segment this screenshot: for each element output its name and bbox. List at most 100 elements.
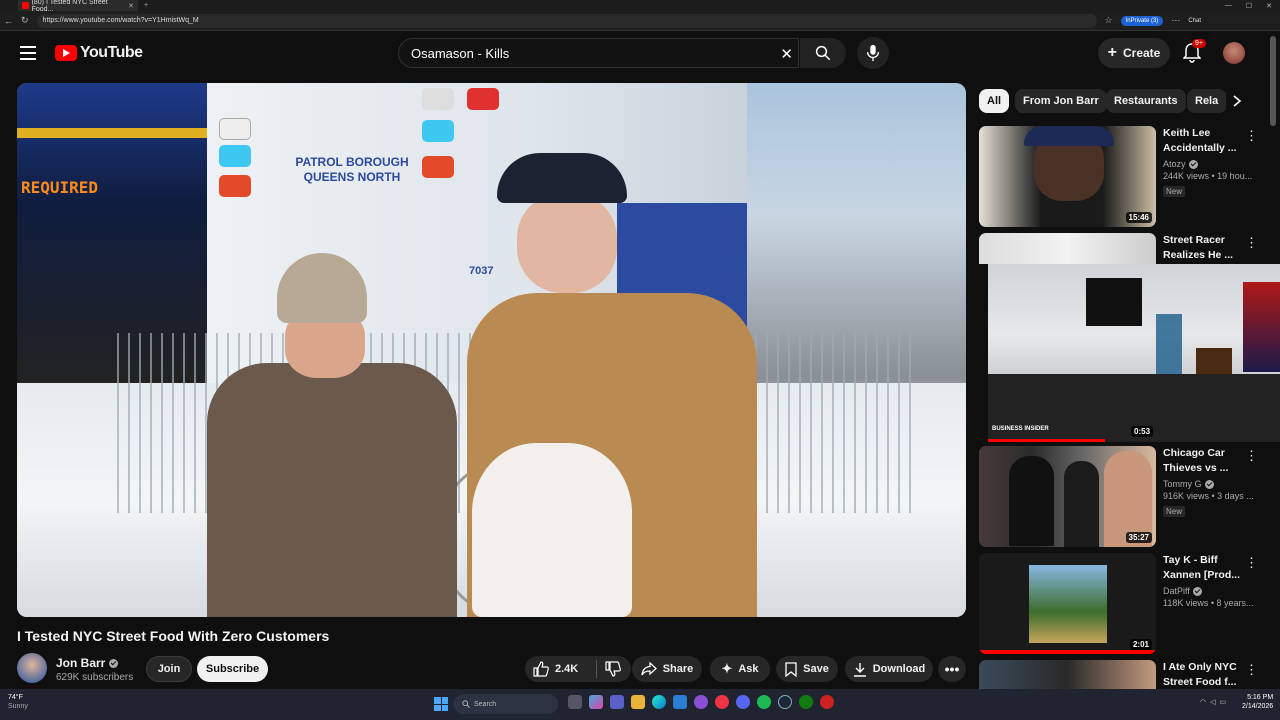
taskbar-apps — [568, 695, 834, 709]
teams-icon[interactable] — [610, 695, 624, 709]
more-vertical-icon[interactable]: ⋮ — [1245, 235, 1258, 251]
window-close-icon[interactable]: ✕ — [1266, 2, 1272, 10]
video-thumbnail[interactable]: 35:27 — [979, 446, 1156, 547]
search-input[interactable]: Osamason - Kills ✕ — [398, 38, 799, 68]
refresh-icon[interactable]: ↻ — [21, 15, 29, 26]
video-title: I Ate Only NYC Street Food f... — [1163, 661, 1237, 688]
video-meta: Tay K - Biff Xannen [Prod... DatPiff 118… — [1163, 553, 1254, 608]
recommended-video[interactable]: I Ate Only NYC Street Food f... ⋮ — [979, 660, 1269, 689]
back-icon[interactable]: ← — [4, 16, 13, 26]
video-meta: Keith Lee Accidentally ... Atozy 244K vi… — [1163, 126, 1252, 199]
video-thumbnail[interactable] — [979, 660, 1156, 689]
browser-tab[interactable]: (80) I Tested NYC Street Food... ✕ — [18, 0, 138, 13]
battery-icon: ▭ — [1219, 699, 1227, 706]
dislike-button[interactable] — [594, 656, 631, 682]
recommended-video[interactable]: 15:46 Keith Lee Accidentally ... Atozy 2… — [979, 126, 1269, 230]
app-icon[interactable] — [694, 695, 708, 709]
more-vertical-icon[interactable]: ⋮ — [1245, 662, 1258, 678]
weather-widget[interactable]: 74°F Sunny — [8, 693, 28, 711]
maximize-icon[interactable]: ☐ — [1246, 2, 1252, 10]
youtube-header: YouTube Osamason - Kills ✕ + Create 9+ — [0, 31, 1280, 75]
copilot-chat-button[interactable]: Chat — [1188, 18, 1201, 24]
download-button[interactable]: Download — [845, 656, 933, 682]
chip-related[interactable]: Rela — [1187, 89, 1227, 113]
windows-start-icon[interactable] — [434, 697, 448, 711]
create-button[interactable]: + Create — [1098, 38, 1170, 68]
inprivate-badge[interactable]: InPrivate (3) — [1120, 15, 1164, 26]
account-avatar[interactable] — [1223, 42, 1245, 64]
chip-all[interactable]: All — [979, 89, 1010, 113]
verified-icon — [109, 658, 119, 668]
recommended-video[interactable]: Street Racer Realizes He ... ⋮ — [979, 233, 1269, 265]
save-button[interactable]: Save — [776, 656, 838, 682]
store-icon[interactable] — [673, 695, 687, 709]
recommended-video[interactable]: 2:01 Tay K - Biff Xannen [Prod... DatPif… — [979, 553, 1269, 657]
chevron-right-icon[interactable] — [1226, 89, 1248, 113]
video-duration: 15:46 — [1125, 212, 1152, 223]
channel-avatar[interactable] — [17, 653, 47, 683]
chip-restaurants[interactable]: Restaurants — [1106, 89, 1186, 113]
video-player[interactable]: REQUIRED PATROL BOROUGH QUEENS NORTH 703… — [17, 83, 966, 617]
ask-button[interactable]: ✦ Ask — [710, 656, 770, 682]
more-vertical-icon[interactable]: ⋮ — [1245, 555, 1258, 571]
xbox-icon[interactable] — [799, 695, 813, 709]
video-thumbnail[interactable]: 15:46 — [979, 126, 1156, 227]
tab-close-icon[interactable]: ✕ — [128, 2, 134, 10]
browser-addressbar: ← ↻ https://www.youtube.com/watch?v=Y1Hm… — [0, 11, 1280, 31]
app-icon[interactable] — [820, 695, 834, 709]
video-title: Street Racer Realizes He ... — [1163, 234, 1234, 261]
spotify-icon[interactable] — [757, 695, 771, 709]
taskbar-clock[interactable]: 5:16 PM 2/14/2026 — [1242, 693, 1273, 711]
page-scrollbar[interactable] — [1270, 36, 1276, 126]
subscribe-button[interactable]: Subscribe — [197, 656, 268, 682]
browser-menu-icon[interactable]: ⋯ — [1171, 15, 1180, 26]
url-field[interactable]: https://www.youtube.com/watch?v=Y1HmistW… — [36, 13, 1097, 28]
download-icon — [853, 662, 866, 677]
app-icon[interactable] — [715, 695, 729, 709]
discord-icon[interactable] — [736, 695, 750, 709]
save-label: Save — [803, 663, 829, 675]
channel-name-text: Jon Barr — [56, 656, 106, 670]
edge-icon[interactable] — [652, 695, 666, 709]
video-channel[interactable]: Atozy — [1163, 159, 1186, 169]
channel-name[interactable]: Jon Barr — [56, 656, 119, 670]
video-channel[interactable]: DatPiff — [1163, 586, 1190, 596]
video-thumbnail[interactable]: 2:01 — [979, 553, 1156, 654]
more-vertical-icon[interactable]: ⋮ — [1245, 448, 1258, 464]
preview-progress-bar — [988, 439, 1105, 442]
thumbs-down-icon — [604, 661, 621, 677]
notifications-button[interactable]: 9+ — [1182, 39, 1206, 63]
new-badge: New — [1163, 186, 1186, 197]
join-button[interactable]: Join — [146, 656, 192, 682]
favorites-icon[interactable]: ☆ — [1105, 15, 1113, 26]
youtube-logo[interactable]: YouTube — [55, 44, 143, 62]
video-meta: Street Racer Realizes He ... — [1163, 233, 1247, 263]
system-tray[interactable]: ◠ ◁ ▭ — [1200, 698, 1226, 706]
task-view-icon[interactable] — [568, 695, 582, 709]
copilot-icon[interactable] — [589, 695, 603, 709]
chip-from-jon-barr[interactable]: From Jon Barr — [1015, 89, 1107, 113]
voice-search-button[interactable] — [857, 37, 889, 69]
minimize-icon[interactable]: — — [1225, 2, 1232, 10]
more-actions-button[interactable]: ••• — [938, 656, 966, 682]
taskbar-search[interactable]: Search — [454, 694, 558, 714]
new-badge: New — [1163, 506, 1186, 517]
plastic-bag — [472, 443, 632, 617]
recommended-video[interactable]: 35:27 Chicago Car Thieves vs ... Tommy G… — [979, 446, 1269, 550]
video-title: I Tested NYC Street Food With Zero Custo… — [17, 628, 330, 644]
clear-search-icon[interactable]: ✕ — [780, 45, 793, 63]
steam-icon[interactable] — [778, 695, 792, 709]
truck-text: PATROL BOROUGH QUEENS NORTH — [295, 155, 409, 184]
more-vertical-icon[interactable]: ⋮ — [1245, 128, 1258, 144]
file-explorer-icon[interactable] — [631, 695, 645, 709]
video-channel[interactable]: Tommy G — [1163, 479, 1202, 489]
video-channel-row: Tommy G — [1163, 479, 1247, 489]
new-tab-icon[interactable]: + — [144, 2, 148, 9]
search-button[interactable] — [800, 38, 846, 68]
share-button[interactable]: Share — [632, 656, 702, 682]
video-thumbnail[interactable] — [979, 233, 1156, 264]
thumbs-up-icon — [533, 661, 549, 677]
hover-preview-player[interactable]: BUSINESS INSIDER 0:53 — [988, 264, 1280, 442]
menu-icon[interactable] — [20, 46, 36, 64]
url-text: https://www.youtube.com/watch?v=Y1HmistW… — [42, 17, 199, 24]
